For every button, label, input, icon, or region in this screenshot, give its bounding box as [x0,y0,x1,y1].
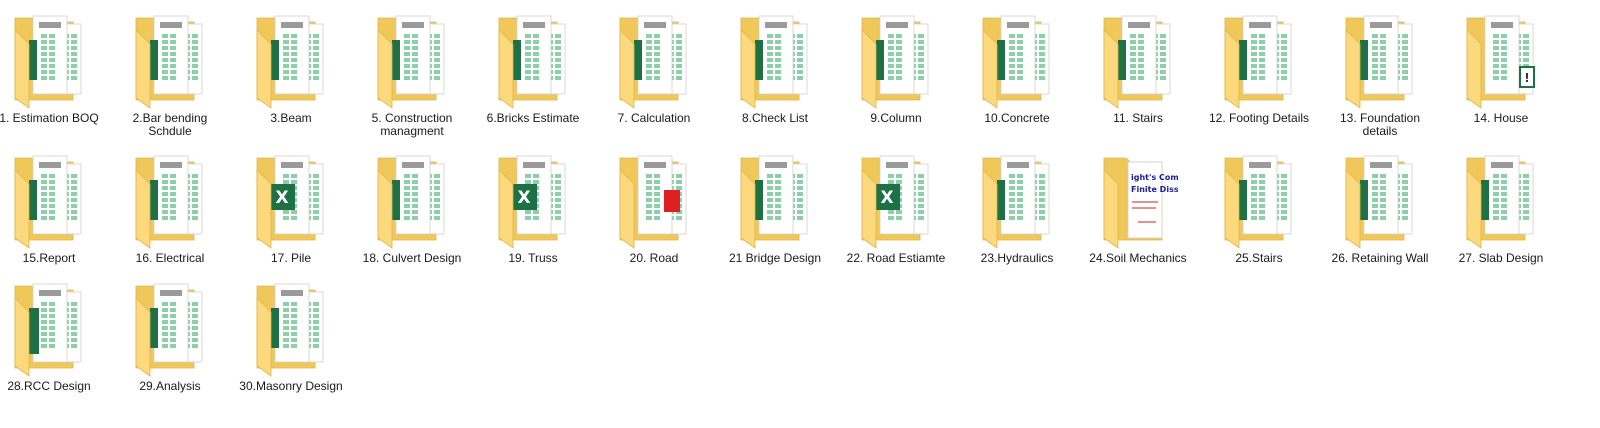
folder-item[interactable]: 29.Analysis [111,278,229,393]
folder-label: 27. Slab Design [1458,251,1544,265]
folder-label: 10.Concrete [984,111,1050,125]
svg-text:!: ! [1524,71,1529,85]
folder-icon [614,10,694,110]
folder-label: 9.Column [870,111,922,125]
folder-label: 13. Foundation details [1339,111,1421,138]
folder-grid: 1. Estimation BOQ 2.Bar bending Schdule … [0,0,1600,428]
folder-label: 24.Soil Mechanics [1089,251,1187,265]
folder-label: 25.Stairs [1235,251,1283,265]
folder-icon [735,10,815,110]
folder-icon [1340,10,1420,110]
folder-icon [9,150,89,250]
folder-label: 26. Retaining Wall [1331,251,1429,265]
folder-label: 5. Construction managment [371,111,453,138]
folder-label: 20. Road [629,251,679,265]
folder-icon [493,10,573,110]
folder-item[interactable]: 3.Beam [232,10,350,125]
folder-item[interactable]: 25.Stairs [1200,150,1318,265]
folder-item[interactable]: 21 Bridge Design [716,150,834,265]
folder-label: 16. Electrical [135,251,205,265]
folder-item[interactable]: 15.Report [0,150,108,265]
folder-icon: X [856,150,936,250]
folder-item[interactable]: 16. Electrical [111,150,229,265]
folder-item[interactable]: 7. Calculation [595,10,713,125]
folder-icon [130,150,210,250]
folder-item[interactable]: 11. Stairs [1079,10,1197,125]
svg-text:X: X [880,188,893,208]
folder-item[interactable]: 2.Bar bending Schdule [111,10,229,138]
folder-icon [9,10,89,110]
folder-item[interactable]: 30.Masonry Design [232,278,350,393]
folder-item[interactable]: ight's Com Finite Diss 24.Soil Mechanics [1079,150,1197,265]
folder-icon [1219,150,1299,250]
folder-item[interactable]: 5. Construction managment [353,10,471,138]
folder-item[interactable]: 13. Foundation details [1321,10,1439,138]
folder-label: 23.Hydraulics [980,251,1054,265]
folder-icon [1461,150,1541,250]
folder-label: 17. Pile [270,251,312,265]
folder-item[interactable]: 20. Road [595,150,713,265]
folder-item[interactable]: 28.RCC Design [0,278,108,393]
folder-item[interactable]: X 22. Road Estiamte [837,150,955,265]
folder-item[interactable]: 9.Column [837,10,955,125]
folder-item[interactable]: 8.Check List [716,10,834,125]
folder-label: 2.Bar bending Schdule [132,111,208,138]
folder-icon [1340,150,1420,250]
folder-item[interactable]: 26. Retaining Wall [1321,150,1439,265]
folder-item[interactable]: 27. Slab Design [1442,150,1560,265]
folder-label: 30.Masonry Design [239,379,343,393]
folder-icon [735,150,815,250]
folder-label: 12. Footing Details [1208,111,1310,125]
folder-item[interactable]: 10.Concrete [958,10,1076,125]
svg-text:X: X [517,188,530,208]
folder-icon [1098,10,1178,110]
folder-label: 18. Culvert Design [362,251,462,265]
folder-icon [856,10,936,110]
folder-label: 28.RCC Design [7,379,91,393]
folder-label: 8.Check List [741,111,809,125]
folder-label: 7. Calculation [617,111,691,125]
folder-item[interactable]: 6.Bricks Estimate [474,10,592,125]
svg-text:ight's Com: ight's Com [1131,173,1178,182]
folder-icon [977,150,1057,250]
folder-item[interactable]: 1. Estimation BOQ [0,10,108,125]
svg-text:Finite Diss: Finite Diss [1131,185,1178,194]
folder-icon [977,10,1057,110]
folder-label: 15.Report [22,251,76,265]
folder-icon: X [493,150,573,250]
folder-label: 6.Bricks Estimate [486,111,580,125]
folder-item[interactable]: 18. Culvert Design [353,150,471,265]
folder-icon [130,278,210,378]
svg-text:X: X [275,188,288,208]
folder-item[interactable]: ! 14. House [1442,10,1560,125]
folder-label: 1. Estimation BOQ [0,111,99,125]
folder-icon [251,10,331,110]
folder-item[interactable]: X 19. Truss [474,150,592,265]
folder-icon [1219,10,1299,110]
folder-icon: ight's Com Finite Diss [1098,150,1178,250]
folder-icon: ! [1461,10,1541,110]
folder-label: 3.Beam [270,111,312,125]
folder-item[interactable]: 12. Footing Details [1200,10,1318,125]
folder-item[interactable]: 23.Hydraulics [958,150,1076,265]
folder-item[interactable]: X 17. Pile [232,150,350,265]
folder-label: 21 Bridge Design [728,251,822,265]
folder-label: 11. Stairs [1113,111,1163,125]
folder-label: 19. Truss [508,251,558,265]
folder-label: 14. House [1473,111,1529,125]
folder-label: 29.Analysis [139,379,201,393]
folder-icon [372,150,452,250]
folder-icon [130,10,210,110]
folder-icon [9,278,89,378]
folder-icon [614,150,694,250]
folder-icon [372,10,452,110]
folder-icon [251,278,331,378]
folder-icon: X [251,150,331,250]
folder-label: 22. Road Estiamte [846,251,946,265]
